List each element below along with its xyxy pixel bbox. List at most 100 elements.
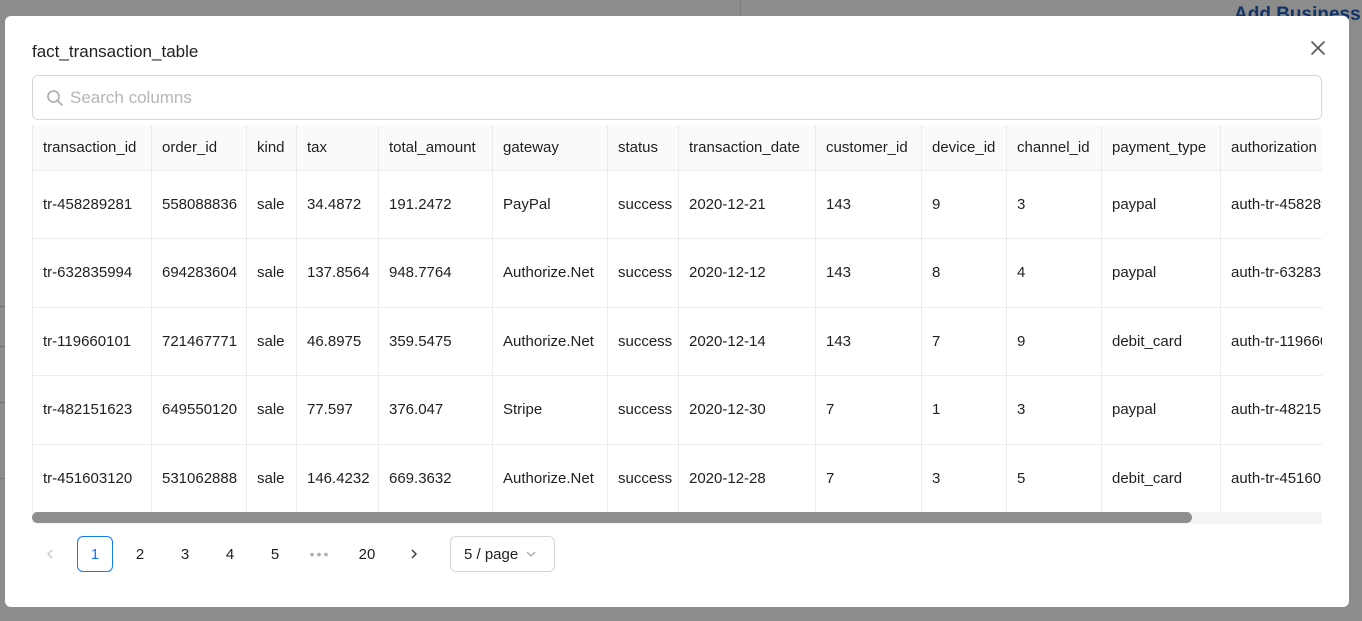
table-cell: 669.3632 [378,444,493,513]
next-page-button[interactable] [396,536,432,572]
chevron-right-icon [411,549,417,559]
pagination: 1 2 3 4 5 ••• 20 5 / page [32,536,555,572]
table-cell: sale [246,444,297,513]
table-cell: 3 [1006,375,1102,445]
table-preview-modal: fact_transaction_table transaction_id [5,16,1349,607]
data-table[interactable]: transaction_id order_id kind tax total_a… [32,125,1322,523]
table-row: tr-632835994 694283604 sale 137.8564 948… [32,238,1322,308]
table-row: tr-451603120 531062888 sale 146.4232 669… [32,444,1322,513]
table-cell: 376.047 [378,375,493,445]
table-cell: 143 [815,238,922,308]
table-cell: 2020-12-30 [678,375,816,445]
table-header-row: transaction_id order_id kind tax total_a… [32,125,1322,171]
close-icon [1311,41,1325,55]
table-cell: 34.4872 [296,170,379,239]
horizontal-scrollbar[interactable] [32,512,1322,524]
table-cell: 721467771 [151,307,247,376]
table-cell: tr-458289281 [32,170,152,239]
table-cell: sale [246,170,297,239]
table-row: tr-482151623 649550120 sale 77.597 376.0… [32,375,1322,445]
table-cell: sale [246,375,297,445]
page-size-value: 5 / page [464,545,519,563]
column-header: channel_id [1006,125,1102,171]
table-cell: success [607,444,679,513]
table-cell: tr-632835994 [32,238,152,308]
page-size-select[interactable]: 5 / page [450,536,555,572]
search-icon [46,89,64,107]
table-cell: 7 [815,375,922,445]
table-cell: 9 [921,170,1007,239]
column-header: customer_id [815,125,922,171]
table-cell: 558088836 [151,170,247,239]
table-cell: debit_card [1101,307,1221,376]
table-cell: auth-tr-482151623 [1220,375,1322,445]
scrollbar-thumb[interactable] [32,512,1192,523]
modal-title: fact_transaction_table [32,42,199,61]
table-cell: success [607,170,679,239]
chevron-left-icon [47,549,53,559]
table-cell: 46.8975 [296,307,379,376]
page-button[interactable]: 2 [122,536,158,572]
page-button[interactable]: 5 [257,536,293,572]
table-cell: 948.7764 [378,238,493,308]
column-header: status [607,125,679,171]
table-cell: 694283604 [151,238,247,308]
search-box[interactable] [32,75,1322,120]
table-cell: paypal [1101,170,1221,239]
table-cell: sale [246,238,297,308]
table-cell: tr-482151623 [32,375,152,445]
table-cell: 2020-12-14 [678,307,816,376]
table-cell: tr-119660101 [32,307,152,376]
table-cell: Stripe [492,375,608,445]
table-cell: success [607,307,679,376]
table-cell: 7 [921,307,1007,376]
table-cell: 7 [815,444,922,513]
column-header: gateway [492,125,608,171]
table-cell: sale [246,307,297,376]
table-cell: 649550120 [151,375,247,445]
table-cell: 4 [1006,238,1102,308]
close-button[interactable] [1308,38,1328,58]
column-header: transaction_date [678,125,816,171]
table-cell: 3 [1006,170,1102,239]
column-header: tax [296,125,379,171]
table-cell: success [607,238,679,308]
table-cell: 146.4232 [296,444,379,513]
table-cell: PayPal [492,170,608,239]
table-cell: auth-tr-458289281 [1220,170,1322,239]
column-header: authorization [1220,125,1322,171]
jump-next-button[interactable]: ••• [302,536,338,572]
table-row: tr-119660101 721467771 sale 46.8975 359.… [32,307,1322,376]
table-cell: debit_card [1101,444,1221,513]
page-button[interactable]: 4 [212,536,248,572]
page-button[interactable]: 20 [347,536,387,572]
page-button[interactable]: 3 [167,536,203,572]
table-cell: 359.5475 [378,307,493,376]
table-cell: 143 [815,307,922,376]
table-cell: 137.8564 [296,238,379,308]
table-cell: 143 [815,170,922,239]
table-row: tr-458289281 558088836 sale 34.4872 191.… [32,170,1322,239]
table-cell: auth-tr-119660101 [1220,307,1322,376]
column-header: device_id [921,125,1007,171]
column-header: total_amount [378,125,493,171]
table-cell: 9 [1006,307,1102,376]
table-cell: paypal [1101,375,1221,445]
table-cell: tr-451603120 [32,444,152,513]
column-header: order_id [151,125,247,171]
column-header: kind [246,125,297,171]
search-input[interactable] [70,87,1321,108]
page-button[interactable]: 1 [77,536,113,572]
table-cell: auth-tr-632835994 [1220,238,1322,308]
table-cell: 2020-12-21 [678,170,816,239]
table-cell: 531062888 [151,444,247,513]
table-cell: 77.597 [296,375,379,445]
table-cell: 2020-12-12 [678,238,816,308]
chevron-down-icon [525,548,537,560]
column-header: transaction_id [32,125,152,171]
prev-page-button[interactable] [32,536,68,572]
table-cell: 191.2472 [378,170,493,239]
table-cell: 1 [921,375,1007,445]
table-cell: paypal [1101,238,1221,308]
table-cell: 2020-12-28 [678,444,816,513]
